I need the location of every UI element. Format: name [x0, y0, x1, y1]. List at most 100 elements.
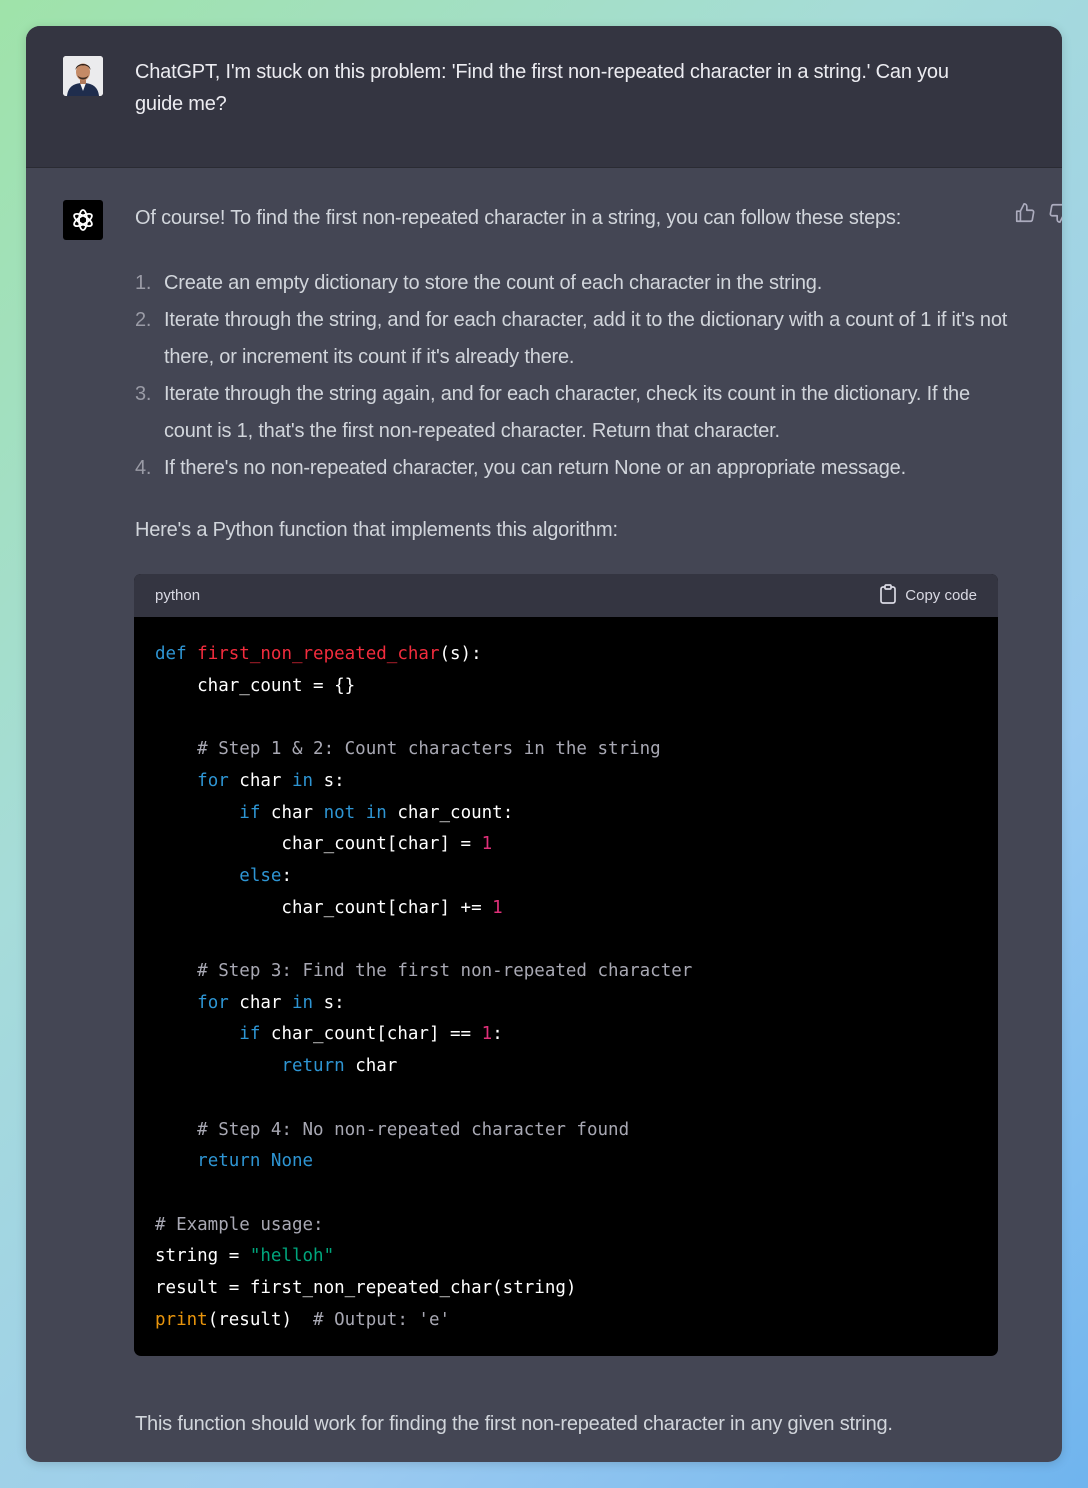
thumbs-up-icon[interactable]	[1014, 202, 1036, 229]
code-block: python Copy code def first_non_repeated_…	[134, 574, 998, 1356]
code-keyword: return	[281, 1056, 345, 1077]
code-text: (s):	[439, 644, 482, 664]
code-comment: # Example usage:	[155, 1214, 324, 1235]
code-text: char_count[char] +=	[155, 897, 493, 918]
list-item-text: Iterate through the string, and for each…	[164, 309, 1008, 368]
openai-logo-icon	[63, 200, 103, 240]
copy-code-label: Copy code	[905, 587, 977, 604]
code-text: (result)	[207, 1309, 314, 1330]
code-line: print(result) # Output: 'e'	[155, 1305, 977, 1337]
code-line: def first_non_repeated_char(s):	[155, 639, 977, 671]
copy-code-button[interactable]: Copy code	[879, 583, 977, 608]
code-text: char_count[char] ==	[260, 1024, 482, 1045]
code-keyword: if	[239, 1024, 261, 1045]
code-line: # Step 1 & 2: Count characters in the st…	[155, 734, 977, 766]
code-line: # Step 3: Find the first non-repeated ch…	[155, 956, 977, 988]
code-line: string = "helloh"	[155, 1241, 977, 1273]
code-line: result = first_non_repeated_char(string)	[155, 1273, 977, 1305]
code-line: # Example usage:	[155, 1210, 977, 1242]
code-line: return None	[155, 1146, 977, 1178]
code-line: char_count[char] = 1	[155, 829, 977, 861]
code-text: char	[260, 802, 324, 823]
code-text: char_count = {}	[155, 675, 356, 696]
code-comment: # Output: 'e'	[313, 1309, 451, 1330]
code-keyword: for	[197, 770, 229, 791]
list-item-text: If there's no non-repeated character, yo…	[164, 457, 906, 479]
clipboard-icon	[879, 583, 897, 608]
code-comment: # Step 3: Find the first non-repeated ch…	[155, 961, 693, 982]
code-text: s:	[313, 992, 345, 1013]
code-text: :	[281, 865, 292, 886]
list-item-text: Iterate through the string again, and fo…	[164, 383, 970, 442]
code-line: # Step 4: No non-repeated character foun…	[155, 1115, 977, 1147]
list-item-text: Create an empty dictionary to store the …	[164, 272, 823, 294]
code-keyword: def	[155, 644, 187, 664]
code-comment: # Step 1 & 2: Count characters in the st…	[155, 739, 661, 760]
code-keyword: in	[365, 802, 387, 823]
code-line: for char in s:	[155, 766, 977, 798]
code-number: 1	[492, 897, 503, 918]
list-item-number: 3.	[135, 383, 152, 405]
code-text: s:	[313, 770, 345, 791]
code-text: char	[228, 992, 292, 1013]
code-text: char_count[char] =	[155, 834, 482, 855]
code-keyword: None	[270, 1151, 314, 1172]
code-keyword: return	[197, 1151, 261, 1172]
code-line: char_count = {}	[155, 671, 977, 703]
chat-window: ChatGPT, I'm stuck on this problem: 'Fin…	[26, 26, 1062, 1462]
code-keyword: not	[323, 802, 356, 823]
code-keyword: else	[239, 865, 282, 886]
code-line: if char not in char_count:	[155, 798, 977, 830]
code-number: 1	[481, 834, 493, 855]
user-avatar	[63, 56, 103, 96]
code-comment: # Step 4: No non-repeated character foun…	[155, 1119, 630, 1140]
code-keyword: in	[291, 992, 314, 1013]
list-item-number: 1.	[135, 272, 152, 294]
code-builtin: print	[155, 1309, 208, 1330]
code-header: python Copy code	[134, 574, 998, 617]
thumbs-down-icon[interactable]	[1048, 202, 1062, 229]
code-text: char	[228, 770, 292, 791]
code-text: char	[344, 1056, 398, 1077]
assistant-outro-text: This function should work for finding th…	[135, 1413, 893, 1435]
code-text: char_count:	[386, 802, 514, 823]
code-line: char_count[char] += 1	[155, 893, 977, 925]
code-text: result = first_non_repeated_char(string)	[155, 1278, 577, 1299]
list-item-number: 2.	[135, 309, 152, 331]
list-item: 2. Iterate through the string, and for ea…	[135, 302, 1015, 376]
code-line: else:	[155, 861, 977, 893]
code-intro-text: Here's a Python function that implements…	[135, 519, 618, 541]
assistant-message-row: Of course! To find the first non-repeate…	[26, 168, 1062, 1462]
code-text: string =	[155, 1246, 250, 1267]
code-number: 1	[481, 1024, 493, 1045]
steps-list: 1. Create an empty dictionary to store th…	[135, 265, 1015, 487]
code-line: return char	[155, 1051, 977, 1083]
code-line: for char in s:	[155, 988, 977, 1020]
code-keyword: in	[291, 770, 314, 791]
list-item: 3. Iterate through the string again, and …	[135, 376, 1015, 450]
list-item: 1. Create an empty dictionary to store th…	[135, 265, 1015, 302]
list-item-number: 4.	[135, 457, 152, 479]
code-function-name: first_non_repeated_char	[197, 644, 440, 664]
code-keyword: for	[197, 992, 229, 1013]
code-text: :	[492, 1024, 503, 1045]
code-string: "helloh"	[249, 1246, 335, 1267]
code-language-label: python	[155, 587, 201, 604]
code-keyword: if	[239, 802, 261, 823]
code-line: if char_count[char] == 1:	[155, 1019, 977, 1051]
list-item: 4. If there's no non-repeated character, …	[135, 450, 1015, 487]
